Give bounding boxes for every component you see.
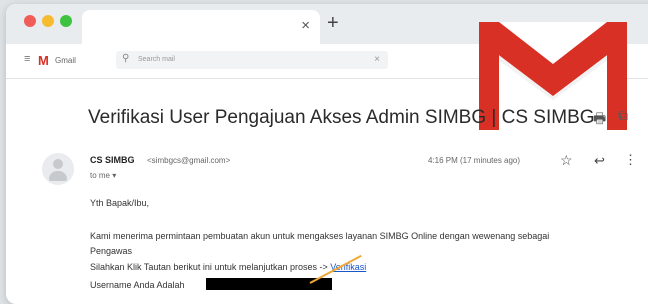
search-bar[interactable]: ⚲ Search mail × xyxy=(116,51,388,69)
search-options-icon[interactable]: × xyxy=(374,54,380,65)
sender-name: CS SIMBG xyxy=(90,155,135,165)
reply-icon[interactable]: ↩ xyxy=(594,153,605,169)
email-paragraph-1-cont: Pengawas xyxy=(90,246,133,256)
search-input[interactable]: Search mail xyxy=(138,56,175,63)
star-icon[interactable]: ☆ xyxy=(560,152,573,169)
sender-avatar xyxy=(42,153,74,185)
browser-window: × + ≡ M Gmail ⚲ Search mail × Verifikasi… xyxy=(6,4,648,304)
search-icon[interactable]: ⚲ xyxy=(122,53,129,64)
close-window-button[interactable] xyxy=(24,15,36,27)
logo-tabstrip-overlap xyxy=(467,8,639,20)
email-greeting: Yth Bapak/Ibu, xyxy=(90,198,150,208)
maximize-window-button[interactable] xyxy=(60,15,72,27)
gmail-mini-logo-icon[interactable]: M xyxy=(38,53,49,68)
more-icon[interactable]: ⋮ xyxy=(624,152,637,168)
minimize-window-button[interactable] xyxy=(42,15,54,27)
email-paragraph-2: Silahkan Klik Tautan berikut ini untuk m… xyxy=(90,262,366,272)
email-paragraph-2-text: Silahkan Klik Tautan berikut ini untuk m… xyxy=(90,262,331,272)
new-tab-button[interactable]: + xyxy=(327,12,339,35)
open-in-new-icon[interactable]: ⧉ xyxy=(618,107,628,124)
menu-icon[interactable]: ≡ xyxy=(24,53,30,65)
email-paragraph-3: Username Anda Adalah xyxy=(90,280,185,290)
window-controls xyxy=(24,15,72,27)
gmail-label: Gmail xyxy=(55,56,76,65)
recipient-dropdown[interactable]: to me ▾ xyxy=(90,171,116,180)
email-subject: Verifikasi User Pengajuan Akses Admin SI… xyxy=(88,107,595,128)
email-timestamp: 4:16 PM (17 minutes ago) xyxy=(428,156,521,165)
email-paragraph-1: Kami menerima permintaan pembuatan akun … xyxy=(90,231,550,241)
print-icon[interactable]: 🖶 xyxy=(593,108,606,132)
tab-close-icon[interactable]: × xyxy=(301,17,310,34)
browser-tab[interactable]: × xyxy=(82,10,320,44)
sender-email: <simbgcs@gmail.com> xyxy=(147,156,231,165)
